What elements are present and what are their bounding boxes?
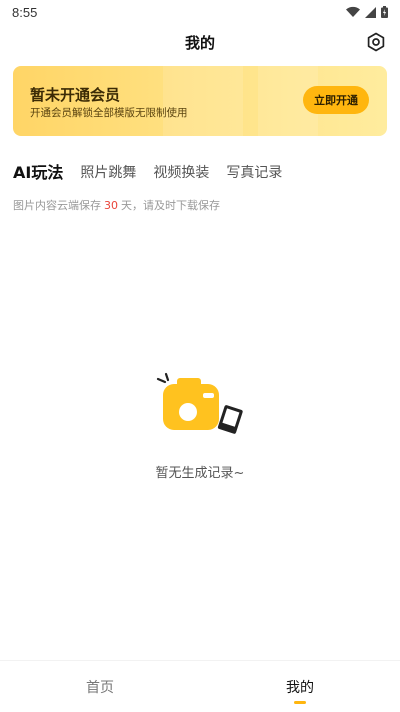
- notice-suffix: 天，请及时下载保存: [121, 199, 220, 212]
- header: 我的: [0, 24, 400, 60]
- storage-notice: 图片内容云端保存 30 天，请及时下载保存: [13, 197, 220, 213]
- category-tabs: AI玩法 照片跳舞 视频换装 写真记录: [13, 160, 282, 184]
- nav-mine-label: 我的: [286, 680, 314, 696]
- tab-ai-play[interactable]: AI玩法: [13, 162, 63, 184]
- wifi-icon: [346, 6, 360, 17]
- nav-mine[interactable]: 我的: [200, 661, 400, 712]
- vip-description: 开通会员解锁全部模版无限制使用: [30, 107, 188, 119]
- notice-prefix: 图片内容云端保存: [13, 199, 101, 212]
- tab-video-outfit[interactable]: 视频换装: [153, 162, 209, 184]
- banner-decoration: [163, 66, 243, 136]
- open-membership-button[interactable]: 立即开通: [303, 86, 369, 114]
- notice-days: 30: [104, 199, 118, 212]
- status-bar: 8:55: [0, 0, 400, 24]
- status-icons: [346, 6, 388, 18]
- screen: 8:55 我的 暂未开通会员 开通会员解锁全部模版无限制使用 立即开通 AI玩法…: [0, 0, 400, 712]
- settings-button[interactable]: [364, 30, 388, 54]
- empty-state-text: 暂无生成记录~: [155, 466, 245, 481]
- status-time: 8:55: [12, 4, 38, 20]
- tab-photo-dance[interactable]: 照片跳舞: [80, 162, 136, 184]
- bottom-nav: 首页 我的: [0, 660, 400, 712]
- gear-icon: [367, 32, 385, 52]
- signal-icon: [365, 6, 376, 18]
- vip-title: 暂未开通会员: [30, 86, 121, 104]
- tab-portrait-records[interactable]: 写真记录: [226, 162, 282, 184]
- nav-home[interactable]: 首页: [0, 661, 200, 712]
- vip-banner[interactable]: 暂未开通会员 开通会员解锁全部模版无限制使用 立即开通: [13, 66, 387, 136]
- page-title: 我的: [184, 33, 215, 52]
- camera-icon: [156, 372, 243, 434]
- active-tab-indicator: [294, 701, 306, 704]
- nav-home-label: 首页: [86, 680, 114, 696]
- battery-icon: [381, 6, 388, 18]
